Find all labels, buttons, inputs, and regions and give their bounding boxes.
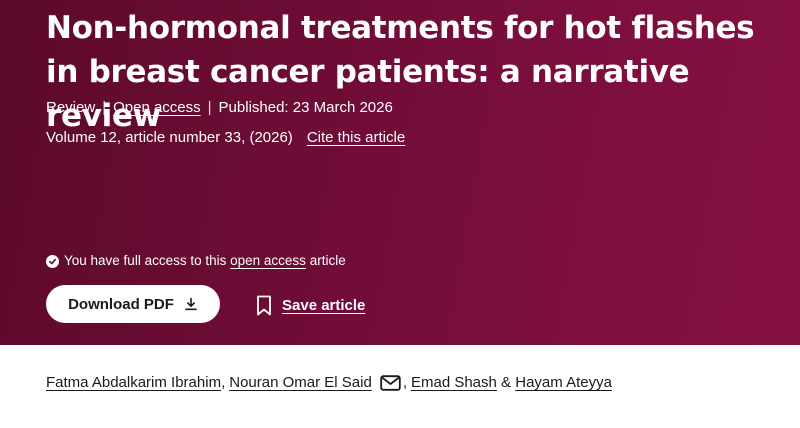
access-notice-suffix: article <box>309 253 346 268</box>
article-type: Review <box>46 99 96 116</box>
access-notice-prefix: You have full access to this <box>64 253 227 268</box>
author-link[interactable]: Fatma Abdalkarim Ibrahim <box>46 372 221 394</box>
article-title: Non-hormonal treatments for hot flashes … <box>46 10 755 134</box>
meta-separator: | <box>207 99 212 116</box>
author-separator: , <box>402 374 407 391</box>
download-pdf-button[interactable]: Download PDF <box>46 285 220 323</box>
save-article-label: Save article <box>282 296 366 314</box>
open-access-link[interactable]: Open access <box>113 99 201 116</box>
volume-info: Volume 12, article number 33, (2026) <box>46 129 293 146</box>
author-link[interactable]: Hayam Ateyya <box>515 372 612 394</box>
author-list: Fatma Abdalkarim Ibrahim, Nouran Omar El… <box>46 372 612 394</box>
meta-separator: | <box>102 99 107 116</box>
author-ampersand: & <box>501 374 512 391</box>
author-link[interactable]: Emad Shash <box>411 372 497 394</box>
download-arrow-icon <box>184 297 198 311</box>
download-pdf-label: Download PDF <box>68 295 174 313</box>
author-link[interactable]: Nouran Omar El Said <box>229 372 372 394</box>
save-article-button[interactable]: Save article <box>256 293 365 317</box>
bookmark-icon <box>256 295 272 316</box>
published-date: Published: 23 March 2026 <box>218 99 393 116</box>
envelope-icon[interactable] <box>380 375 401 391</box>
check-circle-icon <box>46 254 59 268</box>
access-notice-link[interactable]: open access <box>230 252 306 270</box>
access-notice: You have full access to this open access… <box>46 252 346 270</box>
article-header: Non-hormonal treatments for hot flashes … <box>0 0 800 345</box>
cite-article-link[interactable]: Cite this article <box>307 129 405 146</box>
article-meta-row: Review | Open access | Published: 23 March 2… <box>46 98 393 118</box>
article-volume-row: Volume 12, article number 33, (2026) Cite… <box>46 128 405 148</box>
author-separator: , <box>221 374 226 391</box>
